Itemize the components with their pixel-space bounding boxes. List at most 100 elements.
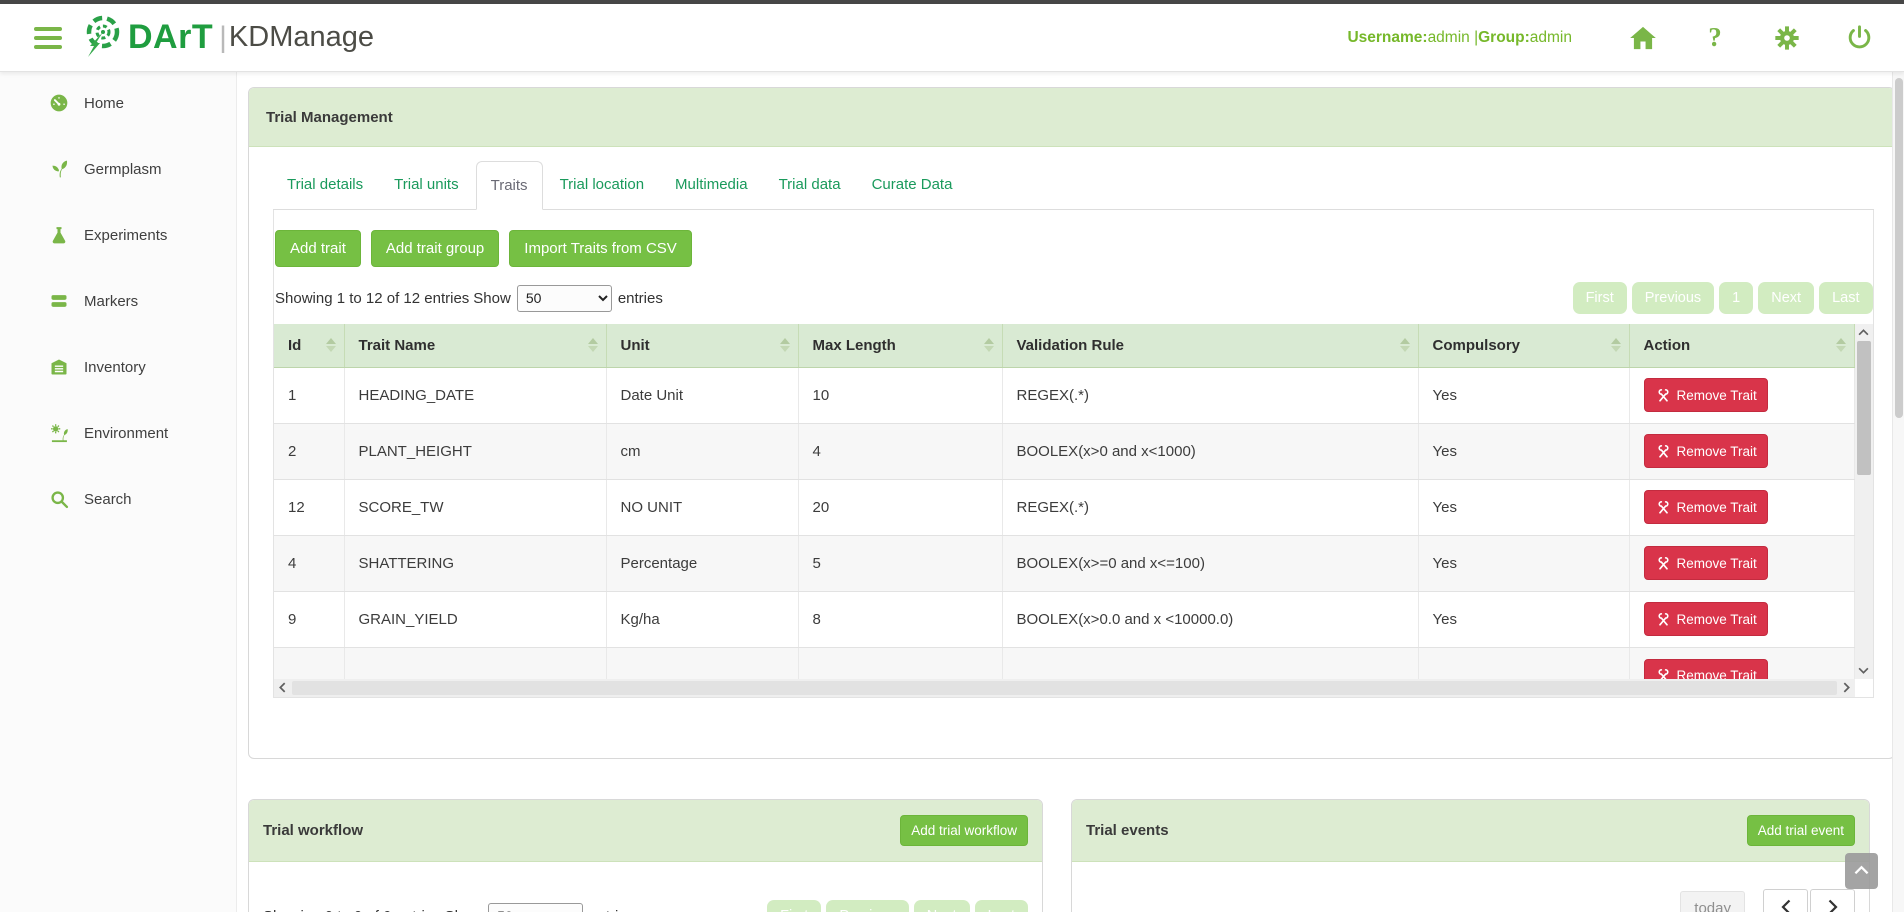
- sidebar-item-inventory[interactable]: Inventory: [0, 352, 236, 382]
- hamburger-icon[interactable]: [34, 27, 62, 49]
- remove-ribbon-icon: [1655, 667, 1672, 679]
- sidebar-item-label: Markers: [84, 293, 138, 310]
- brand-name: DArT: [128, 18, 213, 57]
- tab[interactable]: Trial units: [380, 161, 472, 210]
- cell-max-length: 20: [798, 479, 1002, 535]
- add-trial-event-button[interactable]: Add trial event: [1747, 815, 1855, 846]
- showing-entries-text: Showing 1 to 12 of 12 entries: [275, 290, 469, 307]
- page-scrollbar[interactable]: [1892, 72, 1904, 912]
- table-vertical-scrollbar[interactable]: [1855, 324, 1873, 679]
- table-horizontal-scrollbar[interactable]: [274, 679, 1855, 697]
- sidebar-item-home[interactable]: Home: [0, 88, 236, 118]
- username-value: admin: [1428, 29, 1470, 46]
- brand-separator: |: [219, 21, 227, 55]
- cell-max-length: 8: [798, 591, 1002, 647]
- group-label: Group:: [1478, 29, 1530, 46]
- pagination-button[interactable]: 1: [1719, 282, 1753, 314]
- traits-table-area: Id Trait Name: [274, 324, 1873, 697]
- tab[interactable]: Curate Data: [858, 161, 967, 210]
- entries-label: entries: [618, 290, 663, 307]
- import-traits-csv-button[interactable]: Import Traits from CSV: [509, 230, 692, 267]
- column-header[interactable]: Trait Name: [344, 324, 606, 367]
- chevron-left-icon: [1781, 899, 1791, 912]
- scroll-right-arrow-icon[interactable]: [1839, 679, 1855, 697]
- sidebar-item-experiments[interactable]: Experiments: [0, 220, 236, 250]
- cell-id: 1: [274, 367, 344, 423]
- home-icon[interactable]: [1628, 23, 1658, 53]
- scroll-to-top-button[interactable]: [1845, 853, 1878, 889]
- remove-trait-button[interactable]: Remove Trait: [1644, 659, 1768, 679]
- remove-trait-button[interactable]: Remove Trait: [1644, 546, 1768, 580]
- remove-trait-button[interactable]: Remove Trait: [1644, 490, 1768, 524]
- pagination-button[interactable]: Previous: [826, 900, 908, 912]
- column-header[interactable]: Id: [274, 324, 344, 367]
- pagination-button[interactable]: First: [767, 900, 821, 912]
- tab[interactable]: Traits: [476, 161, 543, 210]
- search-icon: [49, 489, 69, 509]
- column-header[interactable]: Validation Rule: [1002, 324, 1418, 367]
- cell-id: 12: [274, 479, 344, 535]
- calendar-prev-button[interactable]: [1763, 889, 1808, 912]
- remove-trait-button[interactable]: Remove Trait: [1644, 434, 1768, 468]
- calendar-next-button[interactable]: [1810, 889, 1855, 912]
- sort-icon: [1611, 338, 1621, 352]
- power-icon[interactable]: [1844, 23, 1874, 53]
- table-row: 2 PLANT_HEIGHT cm 4 BOOLEX(x>0 and x<100…: [274, 423, 1854, 479]
- add-trait-group-button[interactable]: Add trait group: [371, 230, 499, 267]
- cell-validation-rule: REGEX(.*): [1002, 479, 1418, 535]
- cell-unit: NO UNIT: [606, 479, 798, 535]
- remove-trait-button[interactable]: Remove Trait: [1644, 602, 1768, 636]
- tab[interactable]: Trial data: [765, 161, 855, 210]
- cell-max-length: 10: [798, 367, 1002, 423]
- page-scrollbar-thumb[interactable]: [1895, 78, 1903, 418]
- cell-trait-name: SCORE_TW: [344, 479, 606, 535]
- table-row-partial: Remove Trait: [274, 647, 1854, 679]
- table-row: 12 SCORE_TW NO UNIT 20 REGEX(.*) Yes: [274, 479, 1854, 535]
- add-trait-button[interactable]: Add trait: [275, 230, 361, 267]
- sidebar-item-search[interactable]: Search: [0, 484, 236, 514]
- tab[interactable]: Multimedia: [661, 161, 762, 210]
- scroll-left-arrow-icon[interactable]: [274, 679, 290, 697]
- column-header[interactable]: Max Length: [798, 324, 1002, 367]
- brand-product: KDManage: [229, 21, 374, 54]
- remove-trait-button[interactable]: Remove Trait: [1644, 378, 1768, 412]
- horizontal-scrollbar-thumb[interactable]: [292, 681, 1837, 695]
- pagination-button[interactable]: First: [1573, 282, 1627, 314]
- remove-ribbon-icon: [1655, 443, 1672, 460]
- sidebar-item-markers[interactable]: Markers: [0, 286, 236, 316]
- pagination-button[interactable]: Next: [914, 900, 970, 912]
- page-size-select[interactable]: 50: [517, 285, 612, 312]
- pagination-button[interactable]: Last: [975, 900, 1028, 912]
- page-size-select[interactable]: 50: [488, 903, 583, 912]
- brand[interactable]: DArT | KDManage: [80, 12, 374, 63]
- pagination-button[interactable]: Previous: [1632, 282, 1714, 314]
- tab[interactable]: Trial location: [546, 161, 658, 210]
- column-header[interactable]: Action: [1629, 324, 1854, 367]
- scroll-down-arrow-icon[interactable]: [1855, 662, 1873, 679]
- group-value: admin: [1530, 29, 1572, 46]
- sidebar-item-germplasm[interactable]: Germplasm: [0, 154, 236, 184]
- pagination-button[interactable]: Next: [1758, 282, 1814, 314]
- add-trial-workflow-button[interactable]: Add trial workflow: [900, 815, 1028, 846]
- vertical-scrollbar-thumb[interactable]: [1857, 341, 1871, 475]
- cell-trait-name: SHATTERING: [344, 535, 606, 591]
- column-header[interactable]: Compulsory: [1418, 324, 1629, 367]
- scroll-up-arrow-icon[interactable]: [1855, 324, 1873, 341]
- sort-icon: [984, 338, 994, 352]
- pagination-button[interactable]: Last: [1819, 282, 1872, 314]
- trial-events-panel: Trial events Add trial event today: [1071, 799, 1870, 912]
- username-label: Username:: [1347, 29, 1427, 46]
- traits-tab-content: Add trait Add trait group Import Traits …: [273, 210, 1874, 698]
- environment-icon: [49, 423, 69, 443]
- show-label: Show: [473, 290, 511, 307]
- panel-title: Trial workflow: [263, 822, 363, 839]
- panel-title: Trial events: [1086, 822, 1169, 839]
- settings-icon[interactable]: [1772, 23, 1802, 53]
- panel-title: Trial Management: [249, 88, 1894, 147]
- sidebar-item-environment[interactable]: Environment: [0, 418, 236, 448]
- cell-compulsory: Yes: [1418, 423, 1629, 479]
- calendar-today-button[interactable]: today: [1680, 891, 1745, 912]
- help-icon[interactable]: ?: [1700, 23, 1730, 53]
- column-header[interactable]: Unit: [606, 324, 798, 367]
- tab[interactable]: Trial details: [273, 161, 377, 210]
